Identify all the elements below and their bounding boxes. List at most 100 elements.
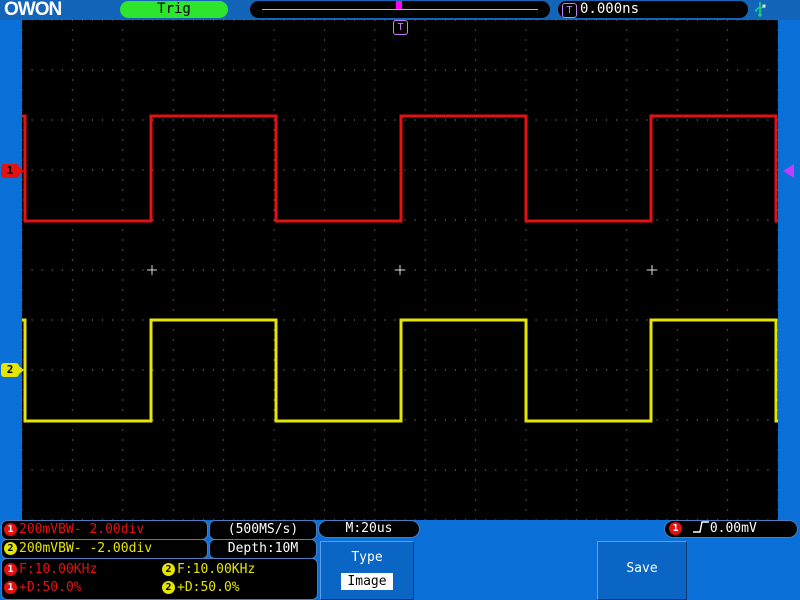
grid-dot [525,289,527,291]
grid-dot [444,469,446,471]
grid-dot [122,369,124,371]
grid-dot [243,419,245,421]
grid-dot [626,189,628,191]
grid-dot [354,119,356,121]
grid-dot [71,199,73,201]
grid-dot [323,179,325,181]
grid-dot [717,219,719,221]
grid-dot [374,129,376,131]
grid-dot [757,169,759,171]
grid-dot [475,379,477,381]
grid-dot [525,459,527,461]
grid-dot [81,469,83,471]
grid-dot [323,69,325,71]
grid-dot [575,119,577,121]
grid-dot [172,239,174,241]
grid-dot [676,209,678,211]
grid-dot [475,399,477,401]
grid-dot [253,69,255,71]
grid-dot [424,169,426,171]
grid-dot [112,319,114,321]
grid-dot [676,469,678,471]
grid-dot [727,459,729,461]
ch1-duty: +D:50.0% [19,580,82,595]
grid-dot [485,519,487,520]
grid-dot [152,69,154,71]
grid-dot [676,39,678,41]
grid-dot [263,69,265,71]
grid-dot [223,29,225,31]
grid-dot [505,269,507,271]
grid-dot [626,469,628,471]
save-button[interactable]: Save [597,541,687,600]
grid-dot [575,429,577,431]
grid-dot [616,319,618,321]
grid-dot [505,69,507,71]
grid-dot [172,20,174,21]
grid-dot [364,369,366,371]
grid-dot [22,29,23,31]
grid-dot [122,279,124,281]
memory-position-bar[interactable] [250,1,550,18]
grid-dot [727,449,729,451]
grid-dot [475,329,477,331]
grid-dot [223,509,225,511]
grid-dot [606,169,608,171]
grid-dot [354,269,356,271]
grid-dot [525,269,527,271]
grid-dot [575,159,577,161]
grid-dot [404,119,406,121]
grid-dot [71,179,73,181]
grid-dot [374,249,376,251]
grid-dot [213,269,215,271]
grid-dot [626,259,628,261]
grid-dot [747,269,749,271]
grid-dot [424,159,426,161]
grid-dot [676,249,678,251]
grid-dot [71,59,73,61]
grid-dot [273,20,275,21]
grid-dot [777,509,778,511]
grid-dot [293,169,295,171]
grid-dot [22,419,23,421]
grid-dot [626,249,628,251]
grid-dot [676,289,678,291]
grid-dot [172,289,174,291]
trigger-level-marker[interactable] [783,164,794,178]
ch1-offset-marker[interactable]: 1 [1,164,24,178]
grid-dot [122,349,124,351]
ch2-offset-marker[interactable]: 2 [1,363,24,377]
waveform-display[interactable] [22,20,778,520]
grid-dot [475,469,477,471]
type-menu-button[interactable]: Type Image [320,541,414,600]
grid-dot [575,29,577,31]
grid-dot [71,129,73,131]
grid-dot [172,49,174,51]
grid-dot [727,179,729,181]
grid-dot [475,359,477,361]
grid-dot [122,129,124,131]
grid-dot [122,49,124,51]
grid-dot [223,469,225,471]
grid-dot [424,219,426,221]
grid-dot [122,319,124,321]
grid-dot [575,359,577,361]
grid-dot [162,119,164,121]
grid-dot [424,119,426,121]
grid-dot [606,519,608,520]
grid-dot [626,349,628,351]
trigger-position-marker[interactable]: T [393,20,408,35]
grid-dot [727,129,729,131]
grid-dot [374,489,376,491]
grid-dot [767,169,769,171]
grid-dot [676,429,678,431]
grid-dot [223,49,225,51]
grid-dot [424,359,426,361]
grid-dot [727,99,729,101]
grid-dot [475,299,477,301]
grid-dot [71,509,73,511]
grid-dot [51,369,53,371]
grid-dot [303,119,305,121]
grid-dot [424,239,426,241]
grid-dot [22,489,23,491]
